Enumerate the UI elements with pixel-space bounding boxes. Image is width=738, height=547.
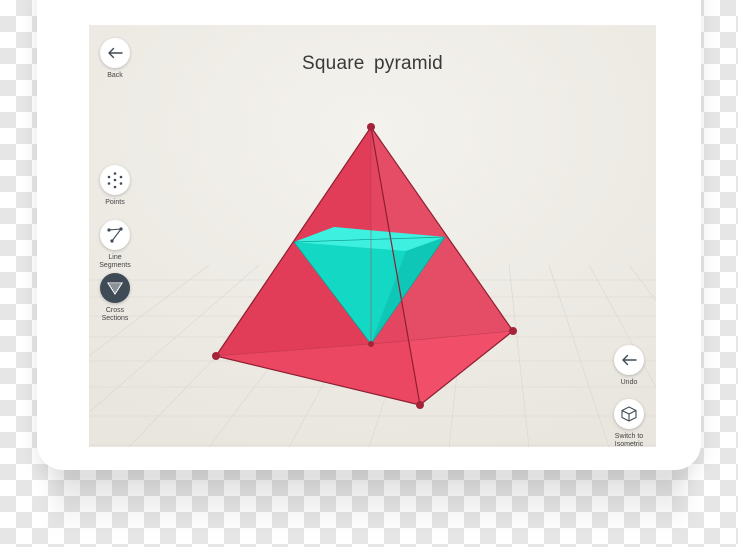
switch-isometric-button[interactable] bbox=[614, 399, 644, 429]
undo-tool[interactable]: Undo bbox=[607, 345, 651, 387]
arrow-left-icon bbox=[108, 47, 123, 59]
line-segments-button[interactable] bbox=[100, 220, 130, 250]
switch-isometric-tool[interactable]: Switch to Isometric bbox=[607, 399, 651, 447]
points-tool[interactable]: Points bbox=[93, 165, 137, 207]
cross-sections-button[interactable] bbox=[100, 273, 130, 303]
line-segments-tool[interactable]: Line Segments bbox=[93, 220, 137, 270]
cube-icon bbox=[621, 406, 637, 422]
points-label: Points bbox=[105, 199, 125, 206]
vertex-front[interactable] bbox=[416, 401, 424, 409]
vertex-back[interactable] bbox=[368, 341, 374, 347]
undo-icon bbox=[622, 354, 637, 366]
points-icon bbox=[107, 172, 123, 189]
undo-label: Undo bbox=[620, 379, 638, 386]
switch-isometric-label: Switch to Isometric bbox=[614, 433, 644, 447]
vertex-apex[interactable] bbox=[367, 123, 375, 131]
back-label: Back bbox=[107, 72, 123, 79]
app-screen: Square pyramid Back Points Line Segments… bbox=[89, 25, 656, 447]
back-tool[interactable]: Back bbox=[93, 38, 137, 80]
line-segments-label: Line Segments bbox=[99, 254, 131, 269]
vertex-left[interactable] bbox=[212, 352, 220, 360]
device-shadow bbox=[55, 470, 685, 530]
back-button[interactable] bbox=[100, 38, 130, 68]
undo-button[interactable] bbox=[614, 345, 644, 375]
3d-canvas[interactable] bbox=[89, 25, 656, 447]
cross-sections-label: Cross Sections bbox=[101, 307, 129, 322]
vertex-right[interactable] bbox=[509, 327, 517, 335]
page-title: Square pyramid bbox=[302, 53, 443, 74]
cross-sections-tool[interactable]: Cross Sections bbox=[93, 273, 137, 323]
line-segment-icon bbox=[107, 227, 123, 243]
cross-section-icon bbox=[106, 282, 124, 296]
points-button[interactable] bbox=[100, 165, 130, 195]
